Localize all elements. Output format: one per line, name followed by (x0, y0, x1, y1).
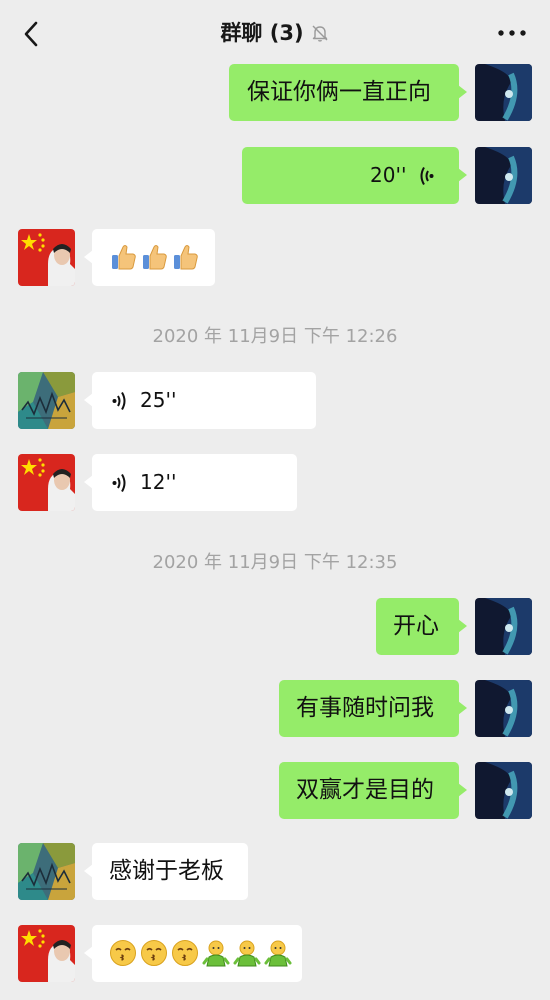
avatar-self[interactable] (475, 680, 532, 737)
avatar-colorful-image (18, 843, 75, 900)
message-bubble-received[interactable]: 感谢于老板 (84, 843, 248, 900)
timestamp: 2020 年 11月9日 下午 12:26 (152, 326, 398, 347)
thumbs-up-emoji-group (110, 243, 199, 271)
kissing-face-emoji-icon (172, 940, 198, 966)
avatar-self-image (475, 680, 532, 737)
avatar-colorful-user[interactable] (18, 843, 75, 900)
avatar-self[interactable] (475, 64, 532, 121)
avatar-flag-image (18, 925, 75, 982)
avatar-self[interactable] (475, 147, 532, 204)
voice-wave-icon (112, 473, 126, 493)
message-text: 有事随时问我 (296, 695, 434, 721)
voice-message-received[interactable]: 12'' (84, 454, 297, 511)
message-text: 双赢才是目的 (296, 777, 434, 803)
message-bubble-sent[interactable]: 有事随时问我 (279, 680, 467, 737)
voice-message-received[interactable]: 25'' (84, 372, 316, 429)
avatar-self[interactable] (475, 762, 532, 819)
emoji-group (109, 939, 292, 967)
chat-title-text: 群聊 (3) (220, 21, 304, 45)
voice-wave-icon (420, 166, 434, 186)
avatar-self-image (475, 64, 532, 121)
mute-bell-icon (310, 23, 330, 43)
green-figure-emoji-icon (202, 940, 230, 967)
avatar-flag-image (18, 454, 75, 511)
avatar-flag-user[interactable] (18, 925, 75, 982)
avatar-flag-user[interactable] (18, 454, 75, 511)
message-bubble-sent[interactable]: 保证你俩一直正向 (229, 64, 467, 121)
chat-screen: 群聊 (3) 保证你俩一直正向 20'' 2020 年 11月9日 下午 12:… (0, 0, 550, 1000)
message-bubble-sent[interactable]: 双赢才是目的 (279, 762, 467, 819)
chat-header: 群聊 (3) (0, 0, 550, 66)
avatar-self-image (475, 762, 532, 819)
avatar-self-image (475, 147, 532, 204)
thumbs-up-emoji-icon (174, 245, 198, 270)
emoji-message-received[interactable] (84, 229, 215, 286)
message-text: 感谢于老板 (109, 858, 224, 884)
avatar-flag-user[interactable] (18, 229, 75, 286)
thumbs-up-emoji-icon (143, 245, 167, 270)
kissing-face-emoji-icon (141, 940, 167, 966)
avatar-flag-image (18, 229, 75, 286)
more-options-button[interactable] (492, 18, 532, 48)
avatar-self-image (475, 598, 532, 655)
voice-duration: 12'' (140, 470, 177, 494)
message-bubble-sent[interactable]: 开心 (376, 598, 467, 655)
more-dots-icon (498, 30, 526, 36)
avatar-colorful-image (18, 372, 75, 429)
thumbs-up-emoji-icon (112, 245, 136, 270)
green-figure-emoji-icon (264, 940, 292, 967)
timestamp: 2020 年 11月9日 下午 12:35 (152, 552, 398, 573)
message-text: 开心 (393, 613, 439, 639)
voice-duration: 25'' (140, 388, 177, 412)
voice-message-sent[interactable]: 20'' (242, 147, 467, 204)
green-figure-emoji-icon (233, 940, 261, 967)
message-text: 保证你俩一直正向 (247, 79, 431, 105)
voice-wave-icon (112, 391, 126, 411)
avatar-self[interactable] (475, 598, 532, 655)
voice-duration: 20'' (370, 163, 407, 187)
kissing-face-emoji-icon (110, 940, 136, 966)
chat-title: 群聊 (3) (0, 18, 550, 48)
emoji-message-received[interactable] (84, 925, 302, 982)
avatar-colorful-user[interactable] (18, 372, 75, 429)
